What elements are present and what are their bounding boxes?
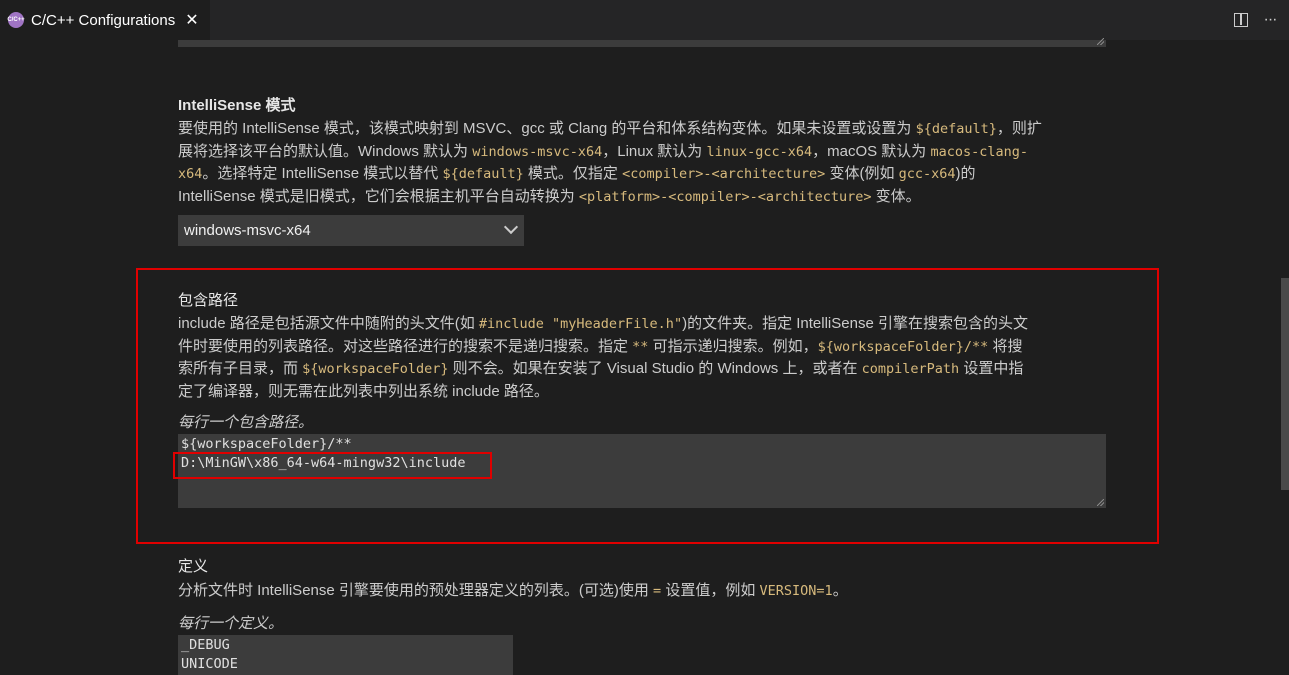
split-editor-button[interactable] <box>1230 9 1252 31</box>
description-line: 展将选择该平台的默认值。Windows 默认为 windows-msvc-x64… <box>178 141 1108 164</box>
defines-description: 分析文件时 IntelliSense 引擎要使用的预处理器定义的列表。(可选)使… <box>178 580 1108 603</box>
editor-tab-bar: C/C++ C/C++ Configurations ✕ ··· <box>0 0 1289 40</box>
define-line: _DEBUG <box>181 637 230 653</box>
tab-title: C/C++ Configurations <box>31 11 176 29</box>
defines-heading: 定义 <box>178 558 209 575</box>
close-icon[interactable]: ✕ <box>185 10 198 30</box>
description-text: 。选择特定 IntelliSense 模式以替代 <box>202 165 443 182</box>
inline-code: ${default} <box>442 166 524 182</box>
description-text: )的 <box>955 165 976 182</box>
description-text: 变体(例如 <box>825 165 899 182</box>
defines-textarea[interactable]: _DEBUG UNICODE <box>178 635 513 675</box>
intellisense-mode-description: 要使用的 IntelliSense 模式，该模式映射到 MSVC、gcc 或 C… <box>178 118 1108 208</box>
inline-code: linux-gcc-x64 <box>706 143 813 160</box>
defines-hint: 每行一个定义。 <box>178 615 284 632</box>
description-text: 变体。 <box>871 187 921 205</box>
include-path-highlight-box <box>136 268 1159 544</box>
tab-cpp-configurations[interactable]: C/C++ C/C++ Configurations ✕ <box>0 0 210 40</box>
description-text: ，Linux 默认为 <box>602 142 707 160</box>
description-line: IntelliSense 模式是旧模式，它们会根据主机平台自动转换为 <plat… <box>178 186 1108 209</box>
description-text: IntelliSense 模式是旧模式，它们会根据主机平台自动转换为 <box>178 187 579 205</box>
c-cpp-file-icon: C/C++ <box>7 12 25 28</box>
intellisense-mode-heading: IntelliSense 模式 <box>178 97 296 114</box>
inline-code: <platform>-<compiler>-<architecture> <box>578 188 872 205</box>
define-line: UNICODE <box>181 656 238 672</box>
description-line: 分析文件时 IntelliSense 引擎要使用的预处理器定义的列表。(可选)使… <box>178 580 1108 603</box>
resize-grip[interactable] <box>1097 38 1104 45</box>
mingw-include-highlight-box <box>173 452 492 479</box>
inline-code: <compiler>-<architecture> <box>622 166 826 182</box>
description-text: 设置值，例如 <box>661 582 760 599</box>
inline-code: VERSION=1 <box>759 583 833 599</box>
description-text: 分析文件时 IntelliSense 引擎要使用的预处理器定义的列表。(可选)使… <box>178 582 654 599</box>
description-text: 展将选择该平台的默认值。Windows 默认为 <box>178 142 473 160</box>
inline-code: x64 <box>178 166 203 182</box>
description-text: ，macOS 默认为 <box>812 142 931 160</box>
description-text: 要使用的 IntelliSense 模式，该模式映射到 MSVC、gcc 或 C… <box>178 120 916 137</box>
description-text: ，则扩 <box>996 120 1042 137</box>
inline-code: = <box>653 583 662 599</box>
split-editor-icon <box>1234 13 1248 27</box>
description-text: 。 <box>832 582 848 599</box>
inline-code: ${default} <box>915 121 997 137</box>
inline-code: gcc-x64 <box>898 166 956 182</box>
previous-setting-textarea[interactable] <box>178 38 1106 47</box>
description-text: 模式。仅指定 <box>523 165 623 182</box>
inline-code: windows-msvc-x64 <box>472 143 603 160</box>
description-line: x64。选择特定 IntelliSense 模式以替代 ${default} 模… <box>178 163 1108 186</box>
inline-code: macos-clang- <box>930 143 1029 160</box>
description-line: 要使用的 IntelliSense 模式，该模式映射到 MSVC、gcc 或 C… <box>178 118 1108 141</box>
intellisense-mode-select[interactable]: windows-msvc-x64 <box>178 215 524 246</box>
vertical-scrollbar[interactable] <box>1281 278 1289 490</box>
more-actions-button[interactable]: ··· <box>1259 9 1281 31</box>
chevron-down-icon <box>503 219 519 235</box>
intellisense-mode-value: windows-msvc-x64 <box>184 222 311 239</box>
